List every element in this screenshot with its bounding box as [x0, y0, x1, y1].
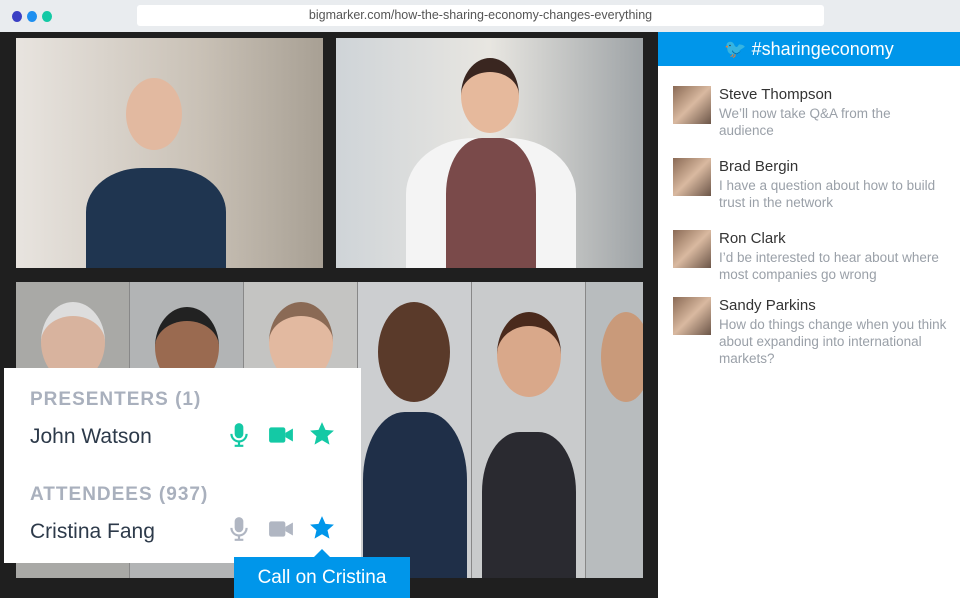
twitter-bird-icon: 🐦 [724, 39, 752, 59]
avatar [673, 230, 711, 268]
microphone-icon[interactable] [226, 422, 252, 448]
minimize-window-dot[interactable] [27, 11, 37, 22]
attendees-heading: ATTENDEES (937) [30, 484, 209, 505]
star-icon[interactable] [309, 515, 335, 541]
avatar [673, 297, 711, 335]
presenter-video-2[interactable] [336, 38, 643, 268]
chat-message: Sandy Parkins How do things change when y… [673, 297, 953, 377]
chat-message: Ron Clark I’d be interested to hear about… [673, 230, 953, 290]
maximize-window-dot[interactable] [42, 11, 52, 22]
microphone-icon[interactable] [226, 516, 252, 542]
browser-chrome: bigmarker.com/how-the-sharing-economy-ch… [0, 0, 960, 32]
chat-message: Steve Thompson We’ll now take Q&A from th… [673, 86, 953, 146]
call-on-tooltip[interactable]: Call on Cristina [234, 549, 410, 598]
presenters-heading: PRESENTERS (1) [30, 389, 202, 410]
twitter-sidebar: 🐦 #sharingeconomy Steve Thompson We’ll no… [658, 32, 960, 598]
chat-message: Brad Bergin I have a question about how t… [673, 158, 953, 218]
avatar [673, 86, 711, 124]
video-camera-icon[interactable] [268, 422, 294, 448]
hashtag-header[interactable]: 🐦 #sharingeconomy [658, 32, 960, 66]
avatar [673, 158, 711, 196]
video-camera-icon[interactable] [268, 516, 294, 542]
presenter-video-1[interactable] [16, 38, 323, 268]
close-window-dot[interactable] [12, 11, 22, 22]
participants-panel: PRESENTERS (1) John Watson ATTENDEES (93… [4, 368, 361, 563]
star-icon[interactable] [309, 421, 335, 447]
address-bar[interactable]: bigmarker.com/how-the-sharing-economy-ch… [137, 5, 824, 26]
attendee-name: Cristina Fang [30, 520, 155, 543]
presenter-name: John Watson [30, 425, 152, 448]
